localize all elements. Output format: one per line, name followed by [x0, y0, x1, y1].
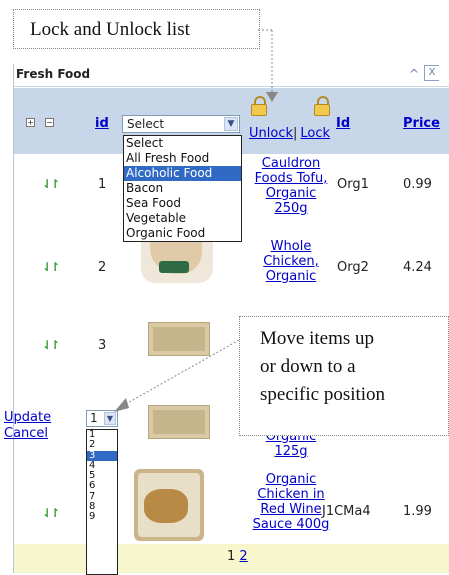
product-image-package	[148, 322, 210, 356]
pager-current-page: 1	[227, 549, 236, 564]
position-select[interactable]: 1 ▼	[86, 410, 118, 427]
filter-option[interactable]: Organic Food	[124, 226, 241, 241]
move-row-icon[interactable]: ⇃↾	[42, 177, 60, 191]
category-filter-select[interactable]: Select ▼	[122, 115, 240, 133]
chevron-down-icon[interactable]: ▼	[224, 117, 238, 131]
close-icon[interactable]: X	[424, 65, 439, 81]
row-id: 2	[98, 260, 107, 275]
product-code: Org2	[337, 260, 369, 275]
callout-line: specific position	[260, 384, 386, 405]
move-row-icon[interactable]: ⇃↾	[42, 260, 60, 274]
update-link[interactable]: Update	[4, 410, 51, 425]
unlock-link[interactable]: Unlock	[249, 126, 293, 141]
product-code: J1CMa4	[322, 504, 371, 519]
sort-price-link[interactable]: Price	[403, 116, 440, 131]
category-filter-dropdown[interactable]: Select All Fresh Food Alcoholic Food Bacon S…	[123, 135, 242, 242]
product-price: 0.99	[403, 177, 432, 192]
product-link-2[interactable]: Whole Chicken, Organic	[252, 239, 330, 284]
pager-links: 1 2	[227, 549, 248, 564]
product-name-line: Chicken in	[257, 487, 325, 502]
product-image-package	[148, 405, 210, 439]
row-id: 3	[98, 338, 107, 353]
link-separator: |	[293, 126, 298, 141]
lock-unlock-links: Unlock| Lock	[249, 126, 330, 141]
cancel-link[interactable]: Cancel	[4, 426, 48, 441]
unlock-icon	[251, 96, 267, 116]
product-price: 1.99	[403, 504, 432, 519]
product-code: Org1	[337, 177, 369, 192]
lock-link[interactable]: Lock	[300, 126, 330, 141]
product-name-line: Chicken,	[263, 254, 319, 269]
position-select-value: 1	[90, 411, 98, 425]
chevron-up-icon[interactable]: ^	[409, 67, 419, 81]
move-row-icon[interactable]: ⇃↾	[42, 506, 60, 520]
expand-all-icon[interactable]: +	[26, 118, 35, 127]
panel-header: Fresh Food ^ X	[14, 64, 449, 87]
panel-title: Fresh Food	[16, 67, 91, 81]
filter-select-value: Select	[127, 117, 165, 131]
filter-option[interactable]: All Fresh Food	[124, 151, 241, 166]
move-row-icon[interactable]: ⇃↾	[42, 338, 60, 352]
filter-option[interactable]: Sea Food	[124, 196, 241, 211]
pager: 1 2	[14, 544, 449, 573]
filter-option[interactable]: Alcoholic Food	[124, 166, 241, 181]
product-name-line: Organic	[265, 269, 317, 284]
product-price: 4.24	[403, 260, 432, 275]
product-link-5[interactable]: Organic Chicken in Red Wine Sauce 400g	[252, 472, 330, 532]
chevron-down-icon[interactable]: ▼	[104, 412, 116, 425]
product-name-line: Sauce 400g	[252, 517, 330, 532]
sort-id-link[interactable]: id	[95, 116, 109, 131]
lock-icon	[314, 96, 330, 116]
collapse-all-icon[interactable]: −	[45, 118, 54, 127]
product-name-line: 125g	[274, 444, 308, 459]
product-name-line: 250g	[274, 201, 308, 216]
product-link-1[interactable]: Cauldron Foods Tofu, Organic 250g	[252, 156, 330, 216]
filter-option[interactable]: Bacon	[124, 181, 241, 196]
filter-option[interactable]: Vegetable	[124, 211, 241, 226]
position-option[interactable]: 9	[87, 512, 117, 522]
lock-unlock-callout: Lock and Unlock list	[13, 9, 260, 49]
product-name-line: Red Wine	[260, 502, 322, 517]
row-id: 1	[98, 177, 107, 192]
product-image-meal	[134, 469, 204, 541]
move-items-callout: Move items up or down to a specific posi…	[239, 316, 449, 436]
pager-next-page-link[interactable]: 2	[239, 549, 247, 564]
row-edit-links: Update Cancel	[4, 410, 51, 442]
product-name-line: Organic	[265, 472, 317, 487]
product-name-line: Foods Tofu,	[254, 171, 328, 186]
sort-code-link[interactable]: Id	[336, 116, 350, 131]
product-name-line: Organic	[265, 186, 317, 201]
callout-line: Move items up	[260, 328, 374, 349]
position-dropdown[interactable]: 123456789	[86, 429, 118, 575]
product-name-line: Cauldron	[261, 156, 321, 171]
callout-line: or down to a	[260, 356, 356, 377]
product-name-line: Whole	[270, 239, 312, 254]
filter-option[interactable]: Select	[124, 136, 241, 151]
